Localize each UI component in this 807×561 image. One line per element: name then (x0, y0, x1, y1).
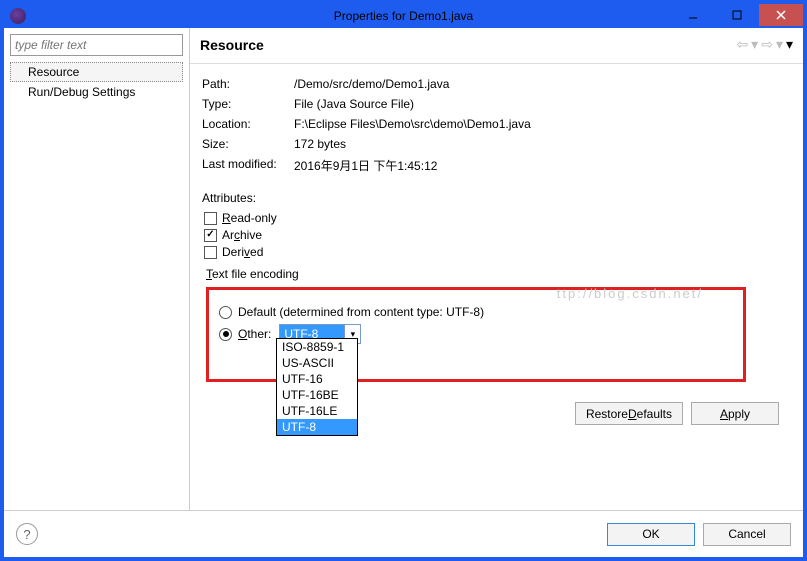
restore-defaults-button[interactable]: Restore Defaults (575, 402, 683, 425)
encoding-dropdown[interactable]: ISO-8859-1 US-ASCII UTF-16 UTF-16BE UTF-… (276, 338, 358, 436)
forward-icon[interactable]: ⇨ (761, 36, 773, 53)
readonly-checkbox[interactable] (204, 212, 217, 225)
readonly-label: Read-only (222, 211, 277, 225)
tree-item-resource[interactable]: Resource (10, 62, 183, 82)
filter-input[interactable] (10, 34, 183, 56)
close-button[interactable] (759, 4, 803, 26)
back-icon[interactable]: ⇦ (736, 36, 748, 53)
dropdown-item[interactable]: UTF-16LE (277, 403, 357, 419)
tree-item-rundebug[interactable]: Run/Debug Settings (10, 82, 183, 102)
modified-label: Last modified: (202, 154, 294, 177)
dropdown-item[interactable]: UTF-16BE (277, 387, 357, 403)
dropdown-item[interactable]: US-ASCII (277, 355, 357, 371)
back-menu-icon[interactable]: ▾ (751, 36, 758, 53)
encoding-legend: Text file encoding (206, 267, 791, 281)
type-value: File (Java Source File) (294, 94, 537, 114)
encoding-section: Text file encoding ttp://blog.csdn.net/ … (202, 267, 791, 382)
sidebar: Resource Run/Debug Settings (4, 28, 190, 510)
apply-button[interactable]: Apply (691, 402, 779, 425)
eclipse-icon (10, 8, 26, 24)
minimize-icon (688, 10, 698, 20)
content-body: Path:/Demo/src/demo/Demo1.java Type:File… (190, 64, 803, 510)
path-label: Path: (202, 74, 294, 94)
nav-tree: Resource Run/Debug Settings (10, 62, 183, 102)
window-frame: Properties for Demo1.java Resource Run/D… (0, 0, 807, 561)
window-title: Properties for Demo1.java (334, 9, 473, 23)
dropdown-item[interactable]: UTF-8 (277, 419, 357, 435)
size-value: 172 bytes (294, 134, 537, 154)
content-header: Resource ⇦▾ ⇨▾ ▾ (190, 28, 803, 64)
main-row: Resource Run/Debug Settings Resource ⇦▾ … (4, 28, 803, 511)
watermark-text: ttp://blog.csdn.net/ (557, 286, 703, 301)
maximize-icon (732, 10, 742, 20)
dropdown-item[interactable]: UTF-16 (277, 371, 357, 387)
minimize-button[interactable] (671, 4, 715, 26)
type-label: Type: (202, 94, 294, 114)
forward-menu-icon[interactable]: ▾ (776, 36, 783, 53)
derived-checkbox[interactable] (204, 246, 217, 259)
readonly-checkbox-row[interactable]: Read-only (204, 211, 791, 225)
page-title: Resource (200, 37, 264, 53)
bottom-bar: ? OK Cancel (4, 511, 803, 557)
default-encoding-radio-row[interactable]: Default (determined from content type: U… (219, 305, 733, 319)
resource-info-table: Path:/Demo/src/demo/Demo1.java Type:File… (202, 74, 537, 177)
derived-label: Derived (222, 245, 263, 259)
other-encoding-radio[interactable] (219, 328, 232, 341)
highlighted-encoding-box: ttp://blog.csdn.net/ Default (determined… (206, 287, 746, 382)
dropdown-item[interactable]: ISO-8859-1 (277, 339, 357, 355)
close-icon (776, 10, 786, 20)
cancel-button[interactable]: Cancel (703, 523, 791, 546)
maximize-button[interactable] (715, 4, 759, 26)
size-label: Size: (202, 134, 294, 154)
archive-checkbox-row[interactable]: Archive (204, 228, 791, 242)
path-value: /Demo/src/demo/Demo1.java (294, 74, 537, 94)
help-icon[interactable]: ? (16, 523, 38, 545)
attributes-heading: Attributes: (202, 191, 791, 205)
location-value: F:\Eclipse Files\Demo\src\demo\Demo1.jav… (294, 114, 537, 134)
header-nav: ⇦▾ ⇨▾ ▾ (736, 36, 793, 53)
archive-checkbox[interactable] (204, 229, 217, 242)
other-encoding-label: Other: (238, 327, 271, 341)
default-encoding-label: Default (determined from content type: U… (238, 305, 484, 319)
default-encoding-radio[interactable] (219, 306, 232, 319)
modified-value: 2016年9月1日 下午1:45:12 (294, 154, 537, 177)
ok-button[interactable]: OK (607, 523, 695, 546)
location-label: Location: (202, 114, 294, 134)
archive-label: Archive (222, 228, 262, 242)
content-panel: Resource ⇦▾ ⇨▾ ▾ Path:/Demo/src/demo/Dem… (190, 28, 803, 510)
window-controls (671, 4, 803, 28)
client-area: Resource Run/Debug Settings Resource ⇦▾ … (4, 28, 803, 557)
derived-checkbox-row[interactable]: Derived (204, 245, 791, 259)
menu-icon[interactable]: ▾ (786, 36, 793, 53)
titlebar[interactable]: Properties for Demo1.java (4, 4, 803, 28)
